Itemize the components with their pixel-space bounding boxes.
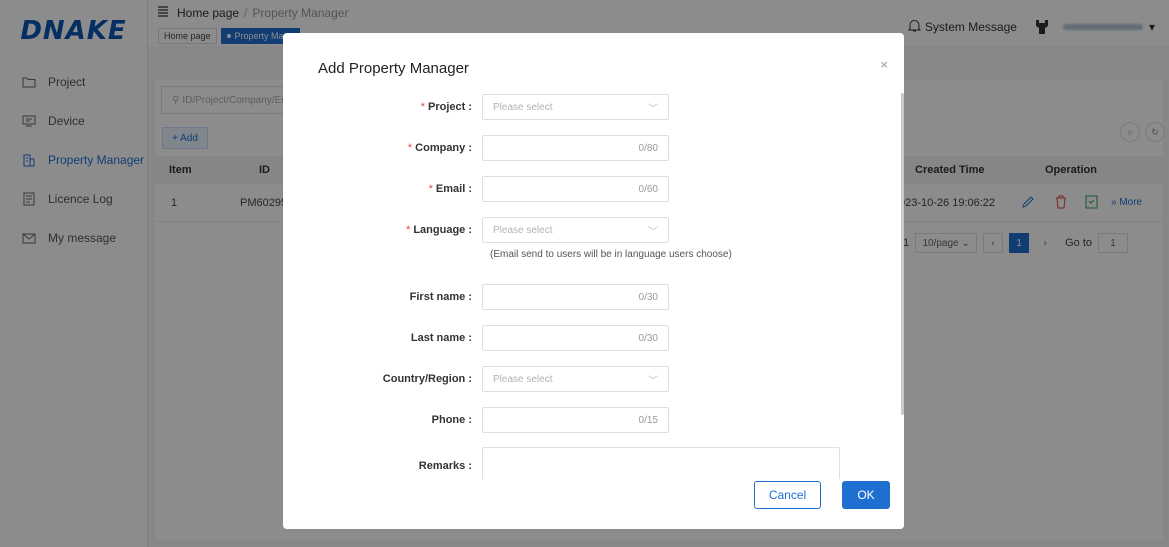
first-name-row: First name : 0/30 <box>283 284 883 310</box>
chevron-down-icon: ﹀ <box>648 226 658 238</box>
first-name-label: First name : <box>409 291 472 303</box>
add-property-manager-dialog: Add Property Manager × * Project : Please… <box>283 33 904 529</box>
company-label: * Company : <box>407 142 472 154</box>
language-label: * Language : <box>406 224 472 236</box>
close-icon[interactable]: × <box>880 57 888 72</box>
dialog-footer: Cancel OK <box>283 479 904 529</box>
chevron-down-icon: ﹀ <box>648 375 658 387</box>
language-select[interactable]: Please select ﹀ <box>482 217 669 243</box>
project-label: * Project : <box>420 101 472 113</box>
language-hint: (Email send to users will be in language… <box>490 249 732 260</box>
cancel-button[interactable]: Cancel <box>754 481 821 509</box>
chevron-down-icon: ﹀ <box>648 103 658 115</box>
dialog-title: Add Property Manager <box>318 60 469 77</box>
first-name-field[interactable]: 0/30 <box>482 284 669 310</box>
country-label: Country/Region : <box>382 373 472 385</box>
company-row: * Company : 0/80 <box>283 135 883 161</box>
phone-label: Phone : <box>431 414 472 426</box>
language-row: * Language : Please select ﹀ <box>283 217 883 243</box>
phone-field[interactable]: 0/15 <box>482 407 669 433</box>
last-name-field[interactable]: 0/30 <box>482 325 669 351</box>
phone-row: Phone : 0/15 <box>283 407 883 433</box>
last-name-row: Last name : 0/30 <box>283 325 883 351</box>
country-row: Country/Region : Please select ﹀ <box>283 366 883 392</box>
ok-button[interactable]: OK <box>842 481 890 509</box>
project-row: * Project : Please select ﹀ <box>283 94 883 120</box>
email-row: * Email : 0/60 <box>283 176 883 202</box>
email-label: * Email : <box>428 183 472 195</box>
remarks-label: Remarks : <box>418 460 472 472</box>
last-name-label: Last name : <box>410 332 472 344</box>
country-select[interactable]: Please select ﹀ <box>482 366 669 392</box>
project-select[interactable]: Please select ﹀ <box>482 94 669 120</box>
company-field[interactable]: 0/80 <box>482 135 669 161</box>
scrollbar[interactable] <box>901 93 904 415</box>
email-field[interactable]: 0/60 <box>482 176 669 202</box>
